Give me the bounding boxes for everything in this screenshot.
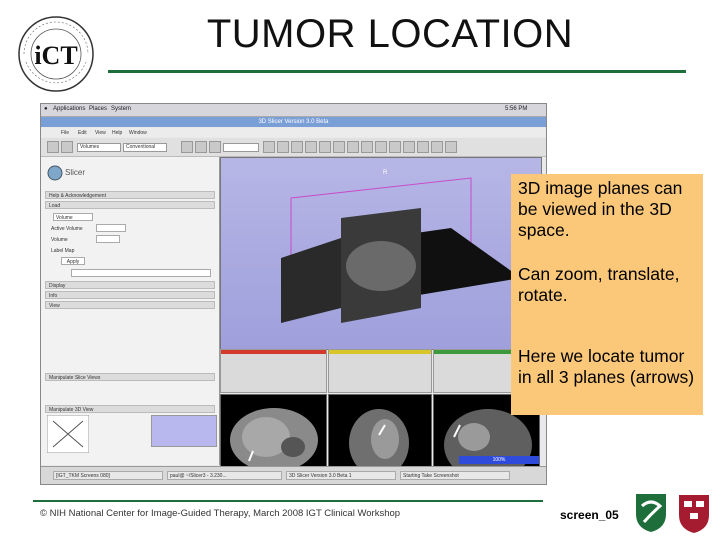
menu-edit[interactable]: Edit bbox=[78, 130, 87, 136]
toolbar-icon-d[interactable] bbox=[291, 141, 303, 153]
task-slicer[interactable]: 3D Slicer Version 3.0 Beta 1 bbox=[286, 471, 396, 480]
3d-render: R bbox=[281, 170, 521, 323]
volume-field[interactable]: Volume bbox=[53, 213, 93, 221]
active-volume-select[interactable] bbox=[96, 224, 126, 232]
clock: 5:56 PM bbox=[505, 106, 528, 112]
layout-select[interactable]: Conventional bbox=[123, 143, 167, 152]
title-underline bbox=[108, 70, 686, 73]
task-screenshot[interactable]: Starting Take Screenshot bbox=[400, 471, 510, 480]
toolbar-icon-i[interactable] bbox=[361, 141, 373, 153]
volume-select[interactable] bbox=[96, 235, 120, 243]
slide-title: TUMOR LOCATION bbox=[206, 12, 574, 56]
callout-text-2: Can zoom, translate, rotate. bbox=[518, 264, 680, 305]
toolbar-icon-l[interactable] bbox=[403, 141, 415, 153]
volume-name-field[interactable] bbox=[71, 269, 211, 277]
layout-field[interactable] bbox=[223, 143, 259, 152]
taskbar: [IGT_TKM Screens 080] paul@ ~/Slicer3 - … bbox=[41, 466, 546, 484]
menu-window[interactable]: Window bbox=[129, 130, 147, 136]
toolbar-icon-j[interactable] bbox=[375, 141, 387, 153]
yellow-bar bbox=[329, 350, 431, 354]
volume-label: Volume bbox=[51, 237, 68, 243]
toolbar-icon-c[interactable] bbox=[277, 141, 289, 153]
toolbar-icon-n[interactable] bbox=[431, 141, 443, 153]
toolbar-icon-e[interactable] bbox=[305, 141, 317, 153]
progress-bar: 100% bbox=[459, 456, 539, 464]
callout-text-3: Here we locate tumor in all 3 planes (ar… bbox=[518, 346, 695, 387]
red-bar bbox=[221, 350, 326, 354]
section-load[interactable]: Load bbox=[45, 201, 215, 209]
toolbar-icon-h[interactable] bbox=[347, 141, 359, 153]
bwh-shield-icon bbox=[636, 494, 666, 532]
yellow-slice-controls[interactable] bbox=[328, 349, 432, 393]
toolbar-icon-m[interactable] bbox=[417, 141, 429, 153]
toolbar-icon-o[interactable] bbox=[445, 141, 457, 153]
section-manipulate-slices[interactable]: Manipulate Slice Views bbox=[45, 373, 215, 381]
apply-button[interactable]: Apply bbox=[61, 257, 85, 265]
view-label-r: R bbox=[383, 170, 388, 176]
task-terminal[interactable]: paul@ ~/Slicer3 - 3.230... bbox=[167, 471, 282, 480]
svg-text:iCT: iCT bbox=[34, 41, 77, 70]
menu-places[interactable]: Places bbox=[89, 106, 107, 112]
menu-system[interactable]: System bbox=[111, 106, 131, 112]
undo-icon[interactable] bbox=[181, 141, 193, 153]
slicer-screenshot: ● Applications Places System 5:56 PM 3D … bbox=[40, 103, 547, 485]
module-select[interactable]: Volumes bbox=[77, 143, 121, 152]
task-screens[interactable]: [IGT_TKM Screens 080] bbox=[53, 471, 163, 480]
toolbar-icon-g[interactable] bbox=[333, 141, 345, 153]
section-help[interactable]: Help & Acknowledgement bbox=[45, 191, 215, 199]
fedora-icon[interactable]: ● bbox=[44, 106, 48, 112]
data-icon[interactable] bbox=[61, 141, 73, 153]
3d-view[interactable]: R bbox=[220, 157, 542, 350]
ncigt-logo: iCT bbox=[18, 16, 94, 92]
red-slice-controls[interactable] bbox=[220, 349, 327, 393]
section-info[interactable]: Info bbox=[45, 291, 215, 299]
menu-file[interactable]: File bbox=[61, 130, 69, 136]
callout-box: 3D image planes can be viewed in the 3D … bbox=[511, 174, 703, 415]
harvard-shield-icon bbox=[679, 495, 709, 533]
toolbar-icon-b[interactable] bbox=[263, 141, 275, 153]
toolbar-icon-a[interactable] bbox=[209, 141, 221, 153]
menu-view[interactable]: View bbox=[95, 130, 106, 136]
module-panel: Slicer Help & Acknowledgement Load Volum… bbox=[41, 157, 220, 465]
section-view[interactable]: View bbox=[45, 301, 215, 309]
slicer-logo-icon bbox=[47, 165, 63, 181]
home-icon[interactable] bbox=[47, 141, 59, 153]
app-toolbar: Volumes Conventional bbox=[41, 138, 546, 157]
section-manipulate-3d[interactable]: Manipulate 3D View bbox=[45, 405, 215, 413]
window-title: 3D Slicer Version 3.0 Beta bbox=[41, 117, 546, 127]
gnome-top-panel: ● Applications Places System 5:56 PM bbox=[41, 104, 546, 117]
redo-icon[interactable] bbox=[195, 141, 207, 153]
toolbar-icon-f[interactable] bbox=[319, 141, 331, 153]
toolbar-icon-k[interactable] bbox=[389, 141, 401, 153]
menu-applications[interactable]: Applications bbox=[53, 106, 85, 112]
section-display[interactable]: Display bbox=[45, 281, 215, 289]
3d-navigation-widget[interactable] bbox=[47, 415, 89, 453]
app-menubar: File Edit View Help Window bbox=[41, 128, 546, 137]
footer-rule bbox=[33, 500, 543, 502]
active-volume-label: Active Volume bbox=[51, 226, 83, 232]
slicer-app-name: Slicer bbox=[65, 168, 86, 177]
menu-help[interactable]: Help bbox=[112, 130, 122, 136]
3d-thumbnail[interactable] bbox=[151, 415, 217, 447]
footer-copyright: © NIH National Center for Image-Guided T… bbox=[40, 508, 401, 519]
callout-text-1: 3D image planes can be viewed in the 3D … bbox=[518, 178, 683, 240]
label-map-label: Label Map bbox=[51, 248, 75, 254]
screen-number: screen_05 bbox=[560, 508, 619, 522]
